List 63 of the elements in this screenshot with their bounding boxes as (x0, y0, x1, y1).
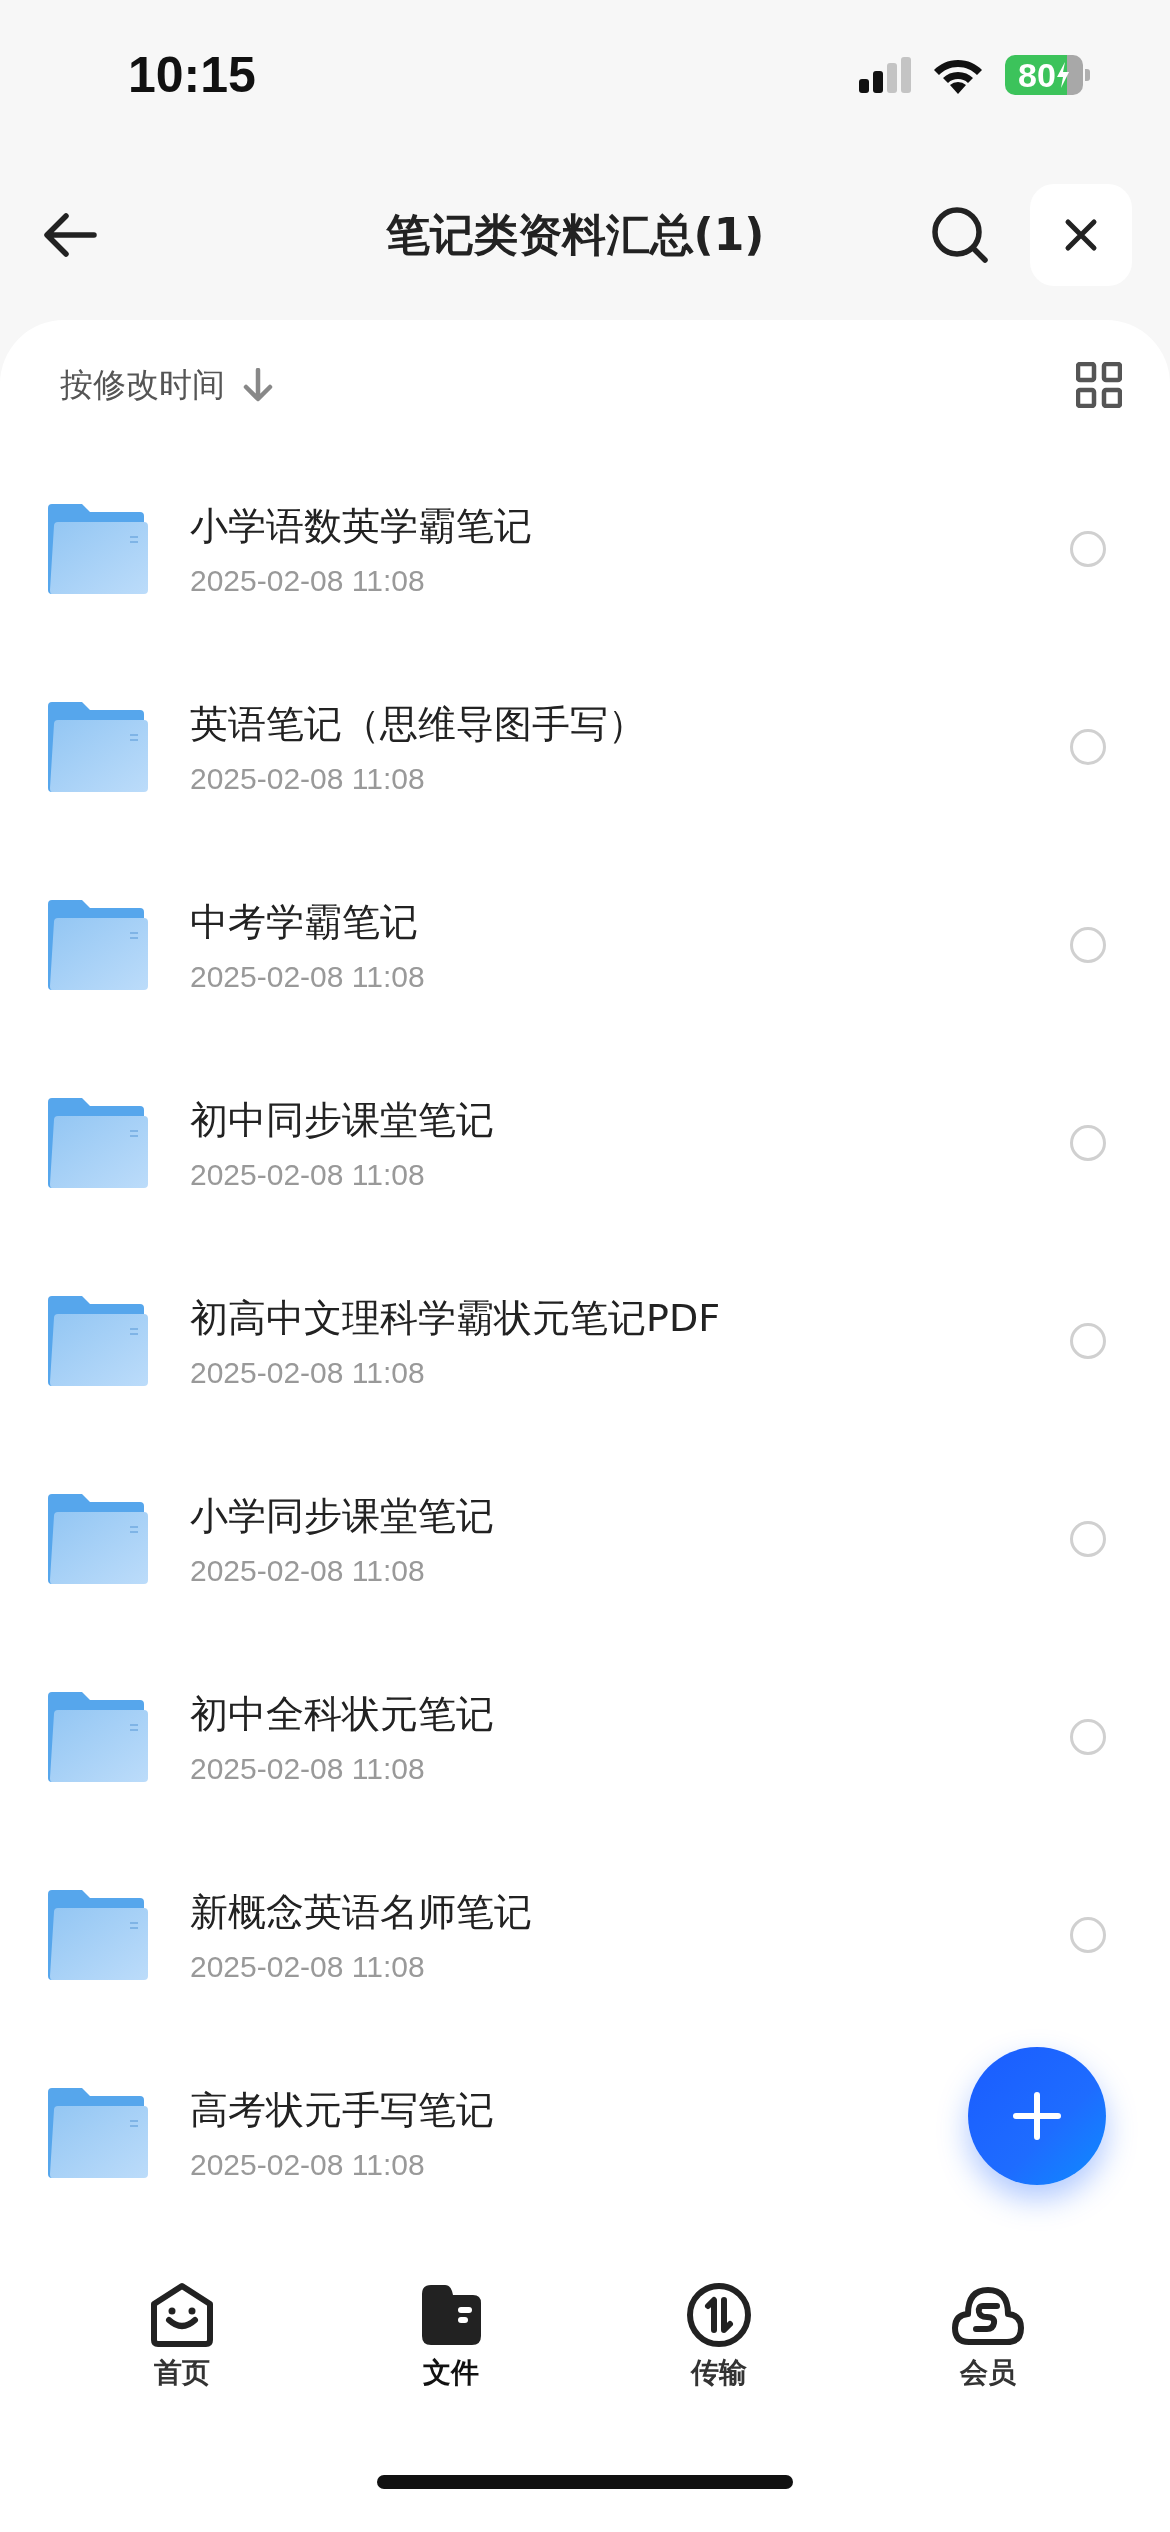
folder-icon (48, 1494, 148, 1584)
folder-row[interactable]: 小学语数英学霸笔记 2025-02-08 11:08 (0, 450, 1170, 648)
modified-date: 2025-02-08 11:08 (190, 1157, 425, 1192)
modified-date: 2025-02-08 11:08 (190, 761, 425, 796)
folder-name: 小学语数英学霸笔记 (190, 502, 532, 550)
nav-tab[interactable]: 传输 (686, 2282, 753, 2392)
select-radio[interactable] (1070, 1125, 1106, 1161)
folder-row[interactable]: 初高中文理科学霸状元笔记PDF 2025-02-08 11:08 (0, 1242, 1170, 1440)
select-radio[interactable] (1070, 531, 1106, 567)
folder-name: 初中全科状元笔记 (190, 1690, 494, 1738)
close-button[interactable] (1030, 184, 1132, 286)
folder-name: 新概念英语名师笔记 (190, 1888, 532, 1936)
arrow-down-icon (243, 368, 273, 402)
select-radio[interactable] (1070, 1323, 1106, 1359)
folder-row[interactable]: 小学同步课堂笔记 2025-02-08 11:08 (0, 1440, 1170, 1638)
search-icon (930, 205, 990, 265)
folder-name: 小学同步课堂笔记 (190, 1492, 494, 1540)
grid-view-button[interactable] (1076, 362, 1122, 408)
folder-icon (48, 702, 148, 792)
folder-name: 英语笔记（思维导图手写） (190, 700, 646, 748)
select-radio[interactable] (1070, 1719, 1106, 1755)
status-time: 10:15 (128, 46, 256, 104)
nav-tab[interactable]: 会员 (950, 2282, 1025, 2392)
nav-tab[interactable]: 首页 (149, 2282, 216, 2392)
select-radio[interactable] (1070, 729, 1106, 765)
folder-icon (48, 1890, 148, 1980)
select-radio[interactable] (1070, 927, 1106, 963)
folder-name: 中考学霸笔记 (190, 898, 418, 946)
modified-date: 2025-02-08 11:08 (190, 563, 425, 598)
close-icon (1064, 218, 1098, 252)
folder-row[interactable]: 初中同步课堂笔记 2025-02-08 11:08 (0, 1044, 1170, 1242)
plus-icon (1012, 2091, 1062, 2141)
folder-name: 初高中文理科学霸状元笔记PDF (190, 1294, 721, 1342)
folder-icon (48, 504, 148, 594)
grid-icon (1076, 362, 1122, 408)
folder-row[interactable]: 英语笔记（思维导图手写） 2025-02-08 11:08 (0, 648, 1170, 846)
folder-row[interactable]: 高考状元手写笔记 2025-02-08 11:08 (0, 2034, 1170, 2232)
select-radio[interactable] (1070, 1521, 1106, 1557)
folder-name: 高考状元手写笔记 (190, 2086, 494, 2134)
modified-date: 2025-02-08 11:08 (190, 1751, 425, 1786)
select-radio[interactable] (1070, 1917, 1106, 1953)
folder-row[interactable]: 新概念英语名师笔记 2025-02-08 11:08 (0, 1836, 1170, 2034)
home-icon (149, 2282, 216, 2348)
signal-icon (859, 57, 911, 93)
folder-icon (48, 1692, 148, 1782)
folder-name: 初中同步课堂笔记 (190, 1096, 494, 1144)
sort-button[interactable]: 按修改时间 (60, 362, 225, 408)
folder-icon (48, 1098, 148, 1188)
modified-date: 2025-02-08 11:08 (190, 2147, 425, 2182)
search-button[interactable] (930, 205, 990, 265)
folder-row[interactable]: 中考学霸笔记 2025-02-08 11:08 (0, 846, 1170, 1044)
nav-tab[interactable]: 文件 (417, 2282, 484, 2392)
folder-row[interactable]: 初中全科状元笔记 2025-02-08 11:08 (0, 1638, 1170, 1836)
modified-date: 2025-02-08 11:08 (190, 1355, 425, 1390)
transfer-icon (686, 2282, 753, 2348)
folder-icon (48, 1296, 148, 1386)
modified-date: 2025-02-08 11:08 (190, 1949, 425, 1984)
folder-icon (48, 2088, 148, 2178)
modified-date: 2025-02-08 11:08 (190, 959, 425, 994)
page-title: 笔记类资料汇总(1) (384, 207, 766, 262)
modified-date: 2025-02-08 11:08 (190, 1553, 425, 1588)
folder-icon (48, 900, 148, 990)
add-button[interactable] (968, 2047, 1106, 2185)
